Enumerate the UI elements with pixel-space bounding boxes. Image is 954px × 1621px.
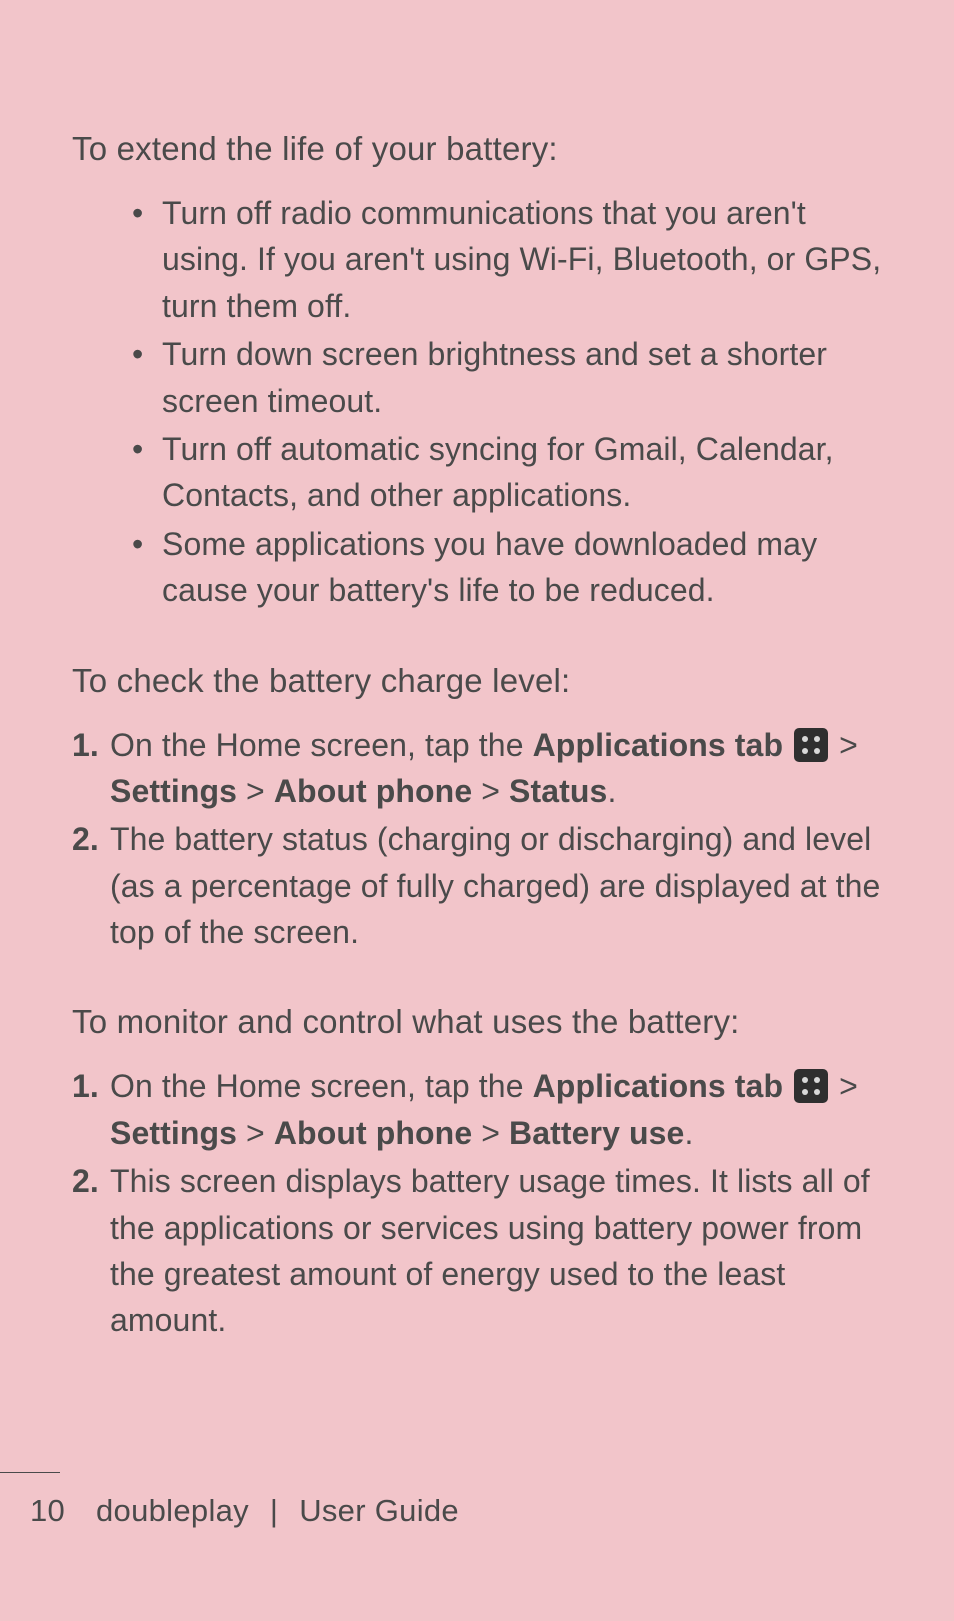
list-item: 2. This screen displays battery usage ti…: [72, 1158, 882, 1344]
breadcrumb-separator: >: [246, 773, 265, 809]
breadcrumb-separator: >: [839, 1068, 858, 1104]
path-settings: Settings: [110, 773, 237, 809]
path-about-phone: About phone: [274, 773, 472, 809]
breadcrumb-separator: >: [481, 1115, 500, 1151]
applications-icon: [794, 1069, 828, 1103]
bullet-item: Turn down screen brightness and set a sh…: [132, 331, 882, 424]
page-content: To extend the life of your battery: Turn…: [0, 0, 954, 1344]
path-status: Status: [509, 773, 607, 809]
step-number: 2.: [72, 1158, 99, 1204]
period: .: [684, 1115, 693, 1151]
period: .: [607, 773, 616, 809]
list-item: 2. The battery status (charging or disch…: [72, 816, 882, 955]
heading-monitor-battery: To monitor and control what uses the bat…: [72, 1003, 882, 1041]
step-number: 1.: [72, 722, 99, 768]
heading-extend-battery: To extend the life of your battery:: [72, 130, 882, 168]
bullet-list-extend: Turn off radio communications that you a…: [72, 190, 882, 614]
page-number: 10: [30, 1493, 65, 1528]
step-text: This screen displays battery usage times…: [110, 1163, 870, 1338]
applications-icon: [794, 728, 828, 762]
section-check-charge: To check the battery charge level: 1. On…: [72, 662, 882, 956]
applications-tab-label: Applications tab: [533, 727, 784, 763]
bullet-item: Turn off automatic syncing for Gmail, Ca…: [132, 426, 882, 519]
applications-tab-label: Applications tab: [533, 1068, 784, 1104]
section-monitor-battery: To monitor and control what uses the bat…: [72, 1003, 882, 1343]
breadcrumb-separator: >: [246, 1115, 265, 1151]
heading-check-charge: To check the battery charge level:: [72, 662, 882, 700]
footer-text: 10 doubleplay | User Guide: [0, 1493, 954, 1529]
step-text-prefix: On the Home screen, tap the: [110, 1068, 533, 1104]
path-about-phone: About phone: [274, 1115, 472, 1151]
bullet-item: Turn off radio communications that you a…: [132, 190, 882, 329]
breadcrumb-separator: >: [481, 773, 500, 809]
path-battery-use: Battery use: [509, 1115, 684, 1151]
numbered-list-check: 1. On the Home screen, tap the Applicati…: [72, 722, 882, 956]
step-number: 2.: [72, 816, 99, 862]
breadcrumb-separator: >: [839, 727, 858, 763]
numbered-list-monitor: 1. On the Home screen, tap the Applicati…: [72, 1063, 882, 1343]
section-extend-battery: To extend the life of your battery: Turn…: [72, 130, 882, 614]
footer-title: User Guide: [299, 1493, 459, 1528]
step-text-prefix: On the Home screen, tap the: [110, 727, 533, 763]
bullet-item: Some applications you have downloaded ma…: [132, 521, 882, 614]
list-item: 1. On the Home screen, tap the Applicati…: [72, 1063, 882, 1156]
list-item: 1. On the Home screen, tap the Applicati…: [72, 722, 882, 815]
step-number: 1.: [72, 1063, 99, 1109]
footer-pipe: |: [270, 1493, 278, 1528]
footer-divider-line: [0, 1472, 60, 1473]
step-text: The battery status (charging or discharg…: [110, 821, 880, 950]
page-footer: 10 doubleplay | User Guide: [0, 1472, 954, 1529]
path-settings: Settings: [110, 1115, 237, 1151]
footer-brand: doubleplay: [96, 1493, 249, 1528]
